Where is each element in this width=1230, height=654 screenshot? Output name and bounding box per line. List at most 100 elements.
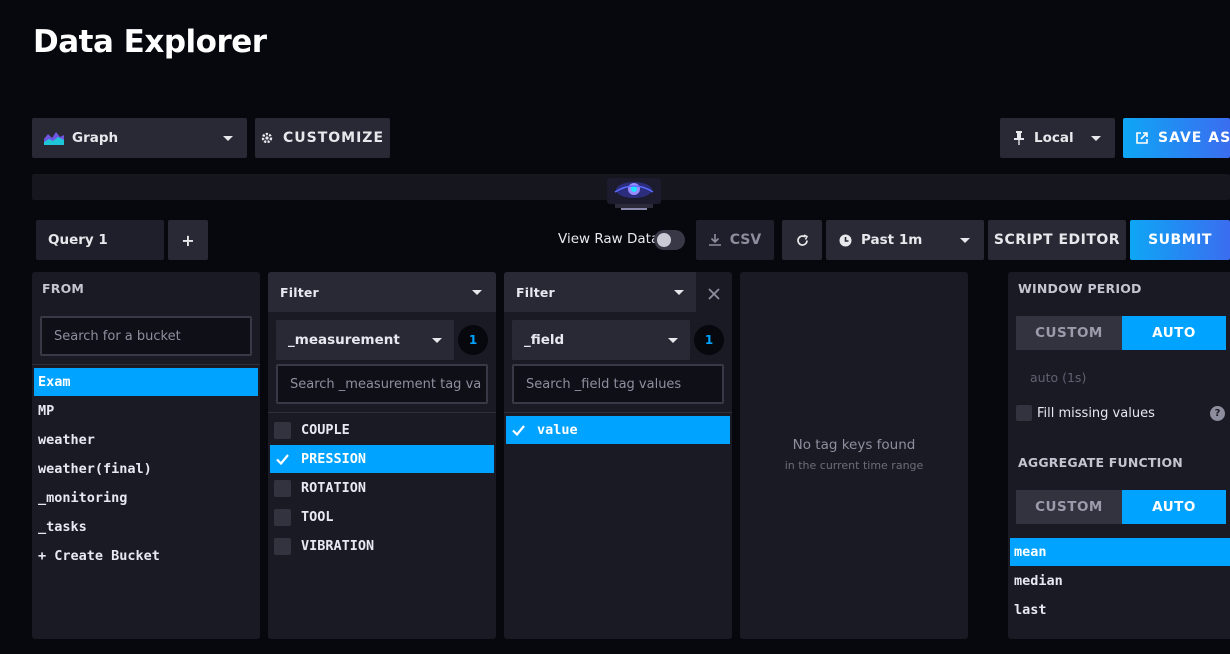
tag-value-item[interactable]: ROTATION — [270, 474, 494, 502]
tag-value-item[interactable]: COUPLE — [270, 416, 494, 444]
fill-missing-checkbox[interactable]: Fill missing values — [1016, 405, 1155, 421]
fill-missing-label: Fill missing values — [1037, 405, 1155, 421]
chevron-down-icon — [668, 338, 678, 343]
view-type-dropdown[interactable]: Graph — [32, 118, 247, 158]
selected-count-badge: 1 — [458, 325, 488, 355]
filter-heading: Filter — [280, 284, 319, 300]
csv-download-button[interactable]: CSV — [696, 220, 774, 260]
field-key-label: _field — [524, 332, 565, 348]
bucket-item[interactable]: weather — [34, 426, 258, 454]
customize-label: CUSTOMIZE — [282, 130, 385, 146]
save-as-button[interactable]: SAVE AS — [1123, 118, 1230, 158]
chevron-down-icon — [674, 290, 684, 295]
script-editor-button[interactable]: SCRIPT EDITOR — [988, 220, 1126, 260]
bucket-item[interactable]: _monitoring — [34, 484, 258, 512]
tag-value-item[interactable]: value — [506, 416, 730, 444]
bucket-item[interactable]: Exam — [34, 368, 258, 396]
filter-type-dropdown[interactable]: Filter — [504, 272, 696, 312]
timezone-dropdown[interactable]: Local — [1000, 118, 1115, 158]
tag-value-label: TOOL — [301, 509, 334, 525]
window-auto-button[interactable]: AUTO — [1122, 316, 1226, 350]
field-filter-panel: Filter _field 1 Search _field tag values… — [504, 272, 732, 639]
chevron-down-icon — [1091, 136, 1101, 141]
bucket-item-label: weather — [38, 432, 95, 448]
tag-value-label: value — [537, 422, 578, 438]
no-tag-keys-message: No tag keys found — [792, 437, 916, 453]
divider — [32, 364, 260, 365]
help-icon[interactable]: ? — [1210, 406, 1225, 421]
time-range-dropdown[interactable]: Past 1m — [826, 220, 984, 260]
close-icon[interactable] — [708, 285, 720, 304]
export-icon — [1136, 132, 1148, 144]
tag-value-label: VIBRATION — [301, 538, 375, 554]
page-title: Data Explorer — [33, 24, 267, 60]
bucket-item-label: _monitoring — [38, 490, 128, 506]
tag-value-item[interactable]: TOOL — [270, 503, 494, 531]
checkbox-checked-icon[interactable] — [510, 422, 527, 439]
submit-button[interactable]: SUBMIT — [1130, 220, 1230, 260]
refresh-button[interactable] — [782, 220, 822, 260]
refresh-icon — [796, 233, 809, 247]
script-editor-label: SCRIPT EDITOR — [993, 232, 1121, 248]
view-type-label: Graph — [72, 130, 119, 146]
clock-icon — [839, 234, 852, 247]
chevron-down-icon — [223, 136, 233, 141]
checkbox-icon[interactable] — [274, 421, 291, 439]
aggregate-function-heading: AGGREGATE FUNCTION — [1018, 455, 1183, 470]
resize-handle-icon[interactable] — [607, 178, 661, 210]
aggregate-function-label: median — [1014, 573, 1063, 589]
tab-query-1[interactable]: Query 1 — [36, 220, 164, 260]
bucket-item[interactable]: MP — [34, 397, 258, 425]
add-query-button[interactable]: + — [168, 220, 208, 260]
tag-value-item[interactable]: VIBRATION — [270, 532, 494, 560]
checkbox-icon[interactable] — [274, 479, 291, 497]
measurement-filter-panel: Filter _measurement 1 Search _measuremen… — [268, 272, 496, 639]
aggregate-panel: WINDOW PERIOD CUSTOM AUTO auto (1s) Fill… — [1008, 272, 1230, 639]
measurement-key-dropdown[interactable]: _measurement — [276, 320, 454, 360]
download-icon — [708, 234, 721, 246]
bucket-item[interactable]: weather(final) — [34, 455, 258, 483]
bucket-item-label: + Create Bucket — [38, 548, 160, 564]
filter-type-dropdown[interactable]: Filter — [268, 272, 496, 312]
aggregate-function-item[interactable]: last — [1010, 596, 1230, 624]
checkbox-icon[interactable] — [274, 537, 291, 555]
aggregate-function-item[interactable]: median — [1010, 567, 1230, 595]
pin-icon — [1014, 131, 1024, 145]
aggregate-function-label: last — [1014, 602, 1047, 618]
chevron-down-icon — [472, 290, 482, 295]
bucket-item[interactable]: + Create Bucket — [34, 542, 258, 570]
chevron-down-icon — [432, 338, 442, 343]
function-auto-button[interactable]: AUTO — [1122, 490, 1226, 524]
measurement-search-input[interactable]: Search _measurement tag va — [276, 364, 488, 404]
submit-label: SUBMIT — [1148, 232, 1212, 248]
from-heading: FROM — [42, 281, 85, 296]
save-as-label: SAVE AS — [1158, 130, 1230, 146]
time-range-label: Past 1m — [861, 232, 923, 248]
tag-value-item[interactable]: PRESSION — [270, 445, 494, 473]
tag-value-label: PRESSION — [301, 451, 367, 467]
bucket-item-label: _tasks — [38, 519, 87, 535]
view-raw-data-toggle[interactable] — [654, 230, 685, 250]
empty-filter-panel: No tag keys found in the current time ra… — [740, 272, 968, 639]
aggregate-function-label: mean — [1014, 544, 1047, 560]
checkbox-checked-icon[interactable] — [274, 451, 291, 468]
view-raw-data-label: View Raw Data — [558, 231, 660, 247]
bucket-item[interactable]: _tasks — [34, 513, 258, 541]
field-search-input[interactable]: Search _field tag values — [512, 364, 724, 404]
window-custom-button[interactable]: CUSTOM — [1016, 316, 1122, 350]
chevron-down-icon — [960, 238, 970, 243]
selected-count-badge: 1 — [694, 325, 724, 355]
divider — [504, 412, 732, 413]
bucket-search-input[interactable]: Search for a bucket — [40, 316, 252, 356]
function-custom-button[interactable]: CUSTOM — [1016, 490, 1122, 524]
gear-icon — [261, 132, 273, 144]
customize-button[interactable]: CUSTOMIZE — [255, 118, 390, 158]
aggregate-function-toggle: CUSTOM AUTO — [1016, 490, 1226, 524]
field-key-dropdown[interactable]: _field — [512, 320, 690, 360]
window-period-heading: WINDOW PERIOD — [1018, 281, 1142, 296]
checkbox-icon[interactable] — [274, 508, 291, 526]
bucket-item-label: weather(final) — [38, 461, 152, 477]
aggregate-function-item[interactable]: mean — [1010, 538, 1230, 566]
add-query-label: + — [181, 230, 195, 250]
tag-value-label: ROTATION — [301, 480, 367, 496]
